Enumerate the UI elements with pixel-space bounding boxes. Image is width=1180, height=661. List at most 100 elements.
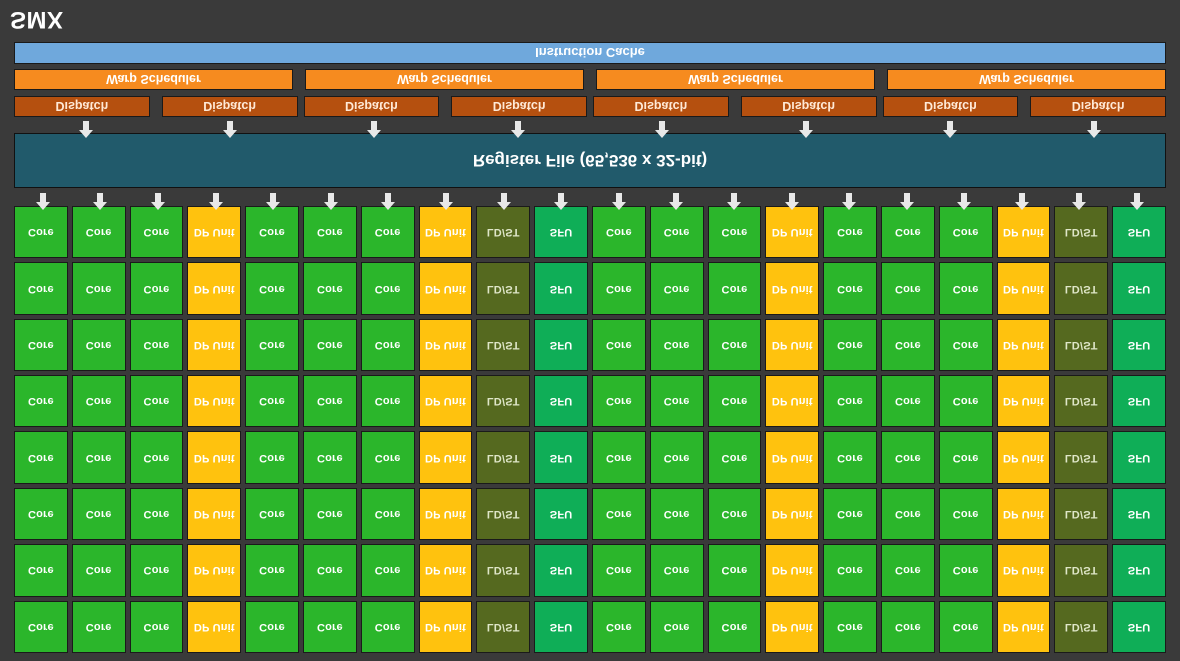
register-file-block: Register File (65,536 x 32-bit) — [14, 133, 1166, 188]
exec-unit-core: Core — [245, 544, 299, 597]
warp-scheduler: Warp Scheduler — [305, 69, 584, 90]
exec-unit-dp: DP Unit — [187, 318, 242, 372]
exec-unit-ldst: LD/ST — [476, 600, 531, 653]
instruction-cache-block: Instruction Cache — [14, 42, 1166, 64]
exec-unit-core: Core — [880, 487, 935, 541]
smx-title: SMX — [0, 0, 1180, 38]
exec-unit-core: Core — [880, 544, 935, 597]
exec-unit-core: Core — [245, 262, 299, 315]
exec-unit-core: Core — [591, 375, 646, 428]
exec-unit-core: Core — [302, 262, 357, 315]
exec-unit-core: Core — [938, 600, 993, 653]
dispatch-unit: Dispatch — [451, 96, 587, 117]
smx-diagram-flipped-canvas: Core Core Core DP Unit Core Core Core DP Unit LD… — [0, 0, 1180, 661]
exec-unit-dp: DP Unit — [187, 206, 242, 259]
exec-unit-core: Core — [938, 206, 993, 259]
instruction-cache-row: Instruction Cache — [0, 38, 1180, 64]
register-file-row: Register File (65,536 x 32-bit) — [0, 133, 1180, 188]
exec-unit-core: Core — [880, 262, 935, 315]
exec-unit-sfu: SFU — [534, 262, 588, 315]
exec-unit-dp: DP Unit — [996, 544, 1051, 597]
warp-scheduler-row: Warp Scheduler Warp Scheduler Warp Schedul… — [0, 64, 1180, 90]
exec-unit-core: Core — [245, 487, 299, 541]
exec-unit-dp: DP Unit — [765, 375, 820, 428]
execution-unit-grid-container: Core Core Core DP Unit Core Core Core DP Unit LD… — [0, 206, 1180, 661]
exec-unit-ldst: LD/ST — [1054, 262, 1109, 315]
exec-unit-sfu: SFU — [1112, 431, 1166, 484]
exec-unit-core: Core — [823, 262, 877, 315]
exec-unit-sfu: SFU — [1112, 600, 1166, 653]
exec-unit-core: Core — [71, 431, 126, 484]
exec-unit-core: Core — [707, 262, 762, 315]
register-file-to-core-arrows — [0, 188, 1180, 210]
exec-unit-core: Core — [360, 431, 415, 484]
exec-unit-sfu: SFU — [534, 318, 588, 372]
exec-unit-ldst: LD/ST — [476, 262, 531, 315]
exec-unit-core: Core — [360, 206, 415, 259]
exec-unit-dp: DP Unit — [996, 431, 1051, 484]
exec-unit-core: Core — [938, 318, 993, 372]
exec-unit-core: Core — [71, 206, 126, 259]
dispatch-pair: Dispatch Dispatch — [593, 96, 877, 117]
exec-unit-core: Core — [14, 262, 68, 315]
exec-unit-core: Core — [360, 318, 415, 372]
exec-unit-core: Core — [71, 318, 126, 372]
exec-unit-core: Core — [14, 318, 68, 372]
exec-unit-core: Core — [71, 375, 126, 428]
smx-block: Core Core Core DP Unit Core Core Core DP Unit LD… — [0, 0, 1180, 661]
exec-unit-dp: DP Unit — [996, 487, 1051, 541]
exec-unit-ldst: LD/ST — [476, 318, 531, 372]
exec-unit-core: Core — [14, 206, 68, 259]
exec-unit-ldst: LD/ST — [1054, 431, 1109, 484]
exec-unit-dp: DP Unit — [765, 487, 820, 541]
exec-unit-sfu: SFU — [534, 375, 588, 428]
dispatch-unit-row: Dispatch Dispatch Dispatch Dispatch Dispatch… — [0, 96, 1180, 117]
exec-unit-core: Core — [649, 487, 704, 541]
exec-unit-core: Core — [302, 431, 357, 484]
exec-unit-core: Core — [129, 206, 184, 259]
exec-unit-dp: DP Unit — [765, 544, 820, 597]
exec-unit-core: Core — [71, 544, 126, 597]
exec-unit-dp: DP Unit — [418, 206, 473, 259]
exec-unit-core: Core — [245, 318, 299, 372]
exec-unit-core: Core — [707, 431, 762, 484]
exec-unit-sfu: SFU — [1112, 487, 1166, 541]
exec-unit-core: Core — [129, 600, 184, 653]
exec-unit-core: Core — [591, 544, 646, 597]
exec-unit-core: Core — [360, 544, 415, 597]
exec-unit-core: Core — [245, 375, 299, 428]
exec-unit-dp: DP Unit — [418, 487, 473, 541]
dispatch-unit: Dispatch — [303, 96, 440, 117]
exec-unit-core: Core — [938, 375, 993, 428]
exec-unit-ldst: LD/ST — [1054, 375, 1109, 428]
exec-unit-core: Core — [71, 600, 126, 653]
exec-unit-dp: DP Unit — [996, 206, 1051, 259]
exec-unit-core: Core — [591, 318, 646, 372]
exec-unit-core: Core — [245, 600, 299, 653]
spacer-dispatch-warp — [0, 90, 1180, 96]
exec-unit-core: Core — [649, 600, 704, 653]
exec-unit-sfu: SFU — [534, 487, 588, 541]
exec-unit-core: Core — [245, 206, 299, 259]
exec-unit-dp: DP Unit — [996, 600, 1051, 653]
exec-unit-sfu: SFU — [534, 544, 588, 597]
exec-unit-core: Core — [707, 544, 762, 597]
exec-unit-dp: DP Unit — [996, 262, 1051, 315]
exec-unit-core: Core — [14, 487, 68, 541]
exec-unit-ldst: LD/ST — [1054, 600, 1109, 653]
warp-scheduler: Warp Scheduler — [887, 69, 1166, 90]
register-file-label: Register File (65,536 x 32-bit) — [472, 151, 708, 171]
exec-unit-core: Core — [880, 431, 935, 484]
exec-unit-ldst: LD/ST — [1054, 318, 1109, 372]
exec-unit-core: Core — [360, 600, 415, 653]
exec-unit-dp: DP Unit — [418, 431, 473, 484]
exec-unit-core: Core — [71, 262, 126, 315]
exec-unit-core: Core — [823, 544, 877, 597]
exec-unit-dp: DP Unit — [765, 206, 820, 259]
dispatch-unit: Dispatch — [740, 96, 877, 117]
exec-unit-dp: DP Unit — [187, 375, 242, 428]
exec-unit-core: Core — [245, 431, 299, 484]
exec-unit-core: Core — [707, 487, 762, 541]
exec-unit-core: Core — [649, 318, 704, 372]
exec-unit-core: Core — [823, 600, 877, 653]
